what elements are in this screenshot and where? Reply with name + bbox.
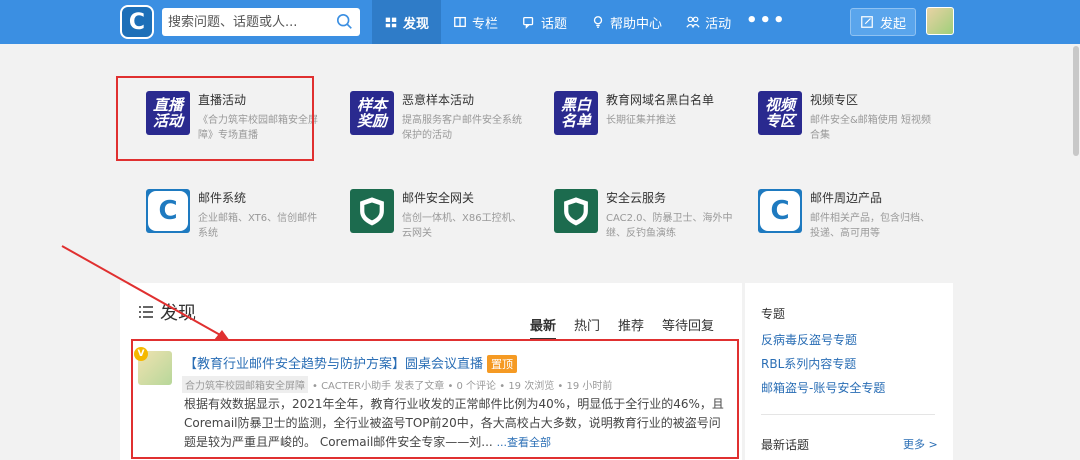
sidebar-heading: 专题 <box>761 307 786 321</box>
more-topics-link[interactable]: 更多 > <box>903 436 938 452</box>
scrollbar-thumb[interactable] <box>1073 46 1079 156</box>
divider <box>761 414 935 415</box>
page-scrollbar[interactable] <box>1072 44 1080 460</box>
latest-topics-heading: 最新话题 <box>761 438 810 452</box>
topic-link-rbl[interactable]: RBL系列内容专题 <box>761 355 856 372</box>
topic-link-antivirus[interactable]: 反病毒反盗号专题 <box>761 331 857 348</box>
topic-link-account-security[interactable]: 邮箱盗号-账号安全专题 <box>761 379 885 396</box>
right-sidebar: 专题 反病毒反盗号专题 RBL系列内容专题 邮箱盗号-账号安全专题 最新话题 更… <box>745 283 953 460</box>
